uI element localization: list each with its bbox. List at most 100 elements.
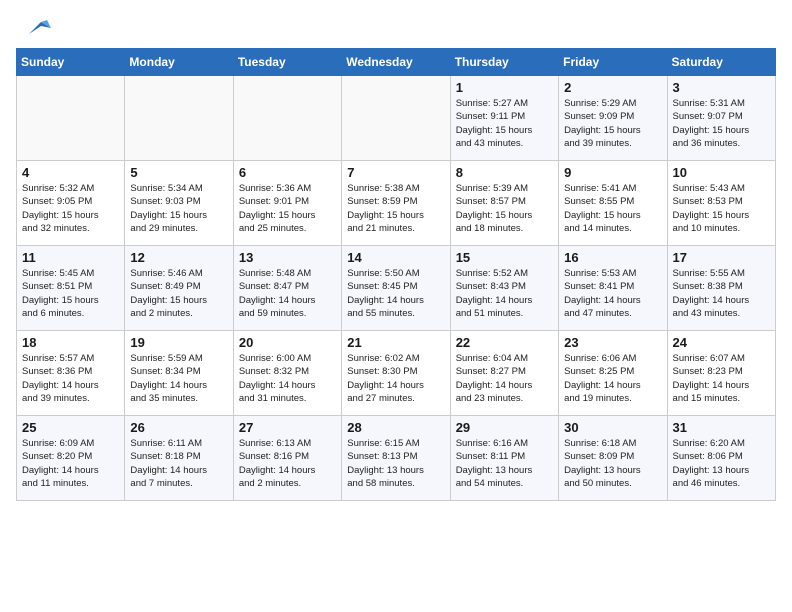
day-number: 10 (673, 165, 770, 180)
calendar-cell: 9 Sunrise: 5:41 AM Sunset: 8:55 PM Daylig… (559, 161, 667, 246)
day-number: 12 (130, 250, 227, 265)
day-number: 3 (673, 80, 770, 95)
day-info: Sunrise: 5:29 AM Sunset: 9:09 PM Dayligh… (564, 97, 661, 150)
calendar-week-row: 4 Sunrise: 5:32 AM Sunset: 9:05 PM Daylig… (17, 161, 776, 246)
day-info: Sunrise: 6:15 AM Sunset: 8:13 PM Dayligh… (347, 437, 444, 490)
day-info: Sunrise: 6:04 AM Sunset: 8:27 PM Dayligh… (456, 352, 553, 405)
weekday-header-tuesday: Tuesday (233, 49, 341, 76)
calendar-week-row: 25Sunrise: 6:09 AM Sunset: 8:20 PM Dayli… (17, 416, 776, 501)
day-number: 16 (564, 250, 661, 265)
day-info: Sunrise: 5:43 AM Sunset: 8:53 PM Dayligh… (673, 182, 770, 235)
day-info: Sunrise: 6:06 AM Sunset: 8:25 PM Dayligh… (564, 352, 661, 405)
weekday-header-monday: Monday (125, 49, 233, 76)
weekday-header-friday: Friday (559, 49, 667, 76)
calendar-cell (233, 76, 341, 161)
calendar-cell: 3 Sunrise: 5:31 AM Sunset: 9:07 PM Daylig… (667, 76, 775, 161)
calendar-week-row: 1 Sunrise: 5:27 AM Sunset: 9:11 PM Daylig… (17, 76, 776, 161)
day-info: Sunrise: 5:34 AM Sunset: 9:03 PM Dayligh… (130, 182, 227, 235)
day-info: Sunrise: 5:53 AM Sunset: 8:41 PM Dayligh… (564, 267, 661, 320)
day-number: 19 (130, 335, 227, 350)
calendar-header-row: SundayMondayTuesdayWednesdayThursdayFrid… (17, 49, 776, 76)
day-number: 24 (673, 335, 770, 350)
day-info: Sunrise: 5:31 AM Sunset: 9:07 PM Dayligh… (673, 97, 770, 150)
day-number: 30 (564, 420, 661, 435)
calendar-cell (125, 76, 233, 161)
calendar-cell: 28 Sunrise: 6:15 AM Sunset: 8:13 PM Dayli… (342, 416, 450, 501)
calendar-cell: 25Sunrise: 6:09 AM Sunset: 8:20 PM Dayli… (17, 416, 125, 501)
day-info: Sunrise: 6:18 AM Sunset: 8:09 PM Dayligh… (564, 437, 661, 490)
calendar-cell: 5 Sunrise: 5:34 AM Sunset: 9:03 PM Daylig… (125, 161, 233, 246)
calendar-cell: 22 Sunrise: 6:04 AM Sunset: 8:27 PM Dayli… (450, 331, 558, 416)
calendar-cell (342, 76, 450, 161)
day-number: 5 (130, 165, 227, 180)
calendar-cell: 29 Sunrise: 6:16 AM Sunset: 8:11 PM Dayli… (450, 416, 558, 501)
day-number: 31 (673, 420, 770, 435)
day-info: Sunrise: 5:50 AM Sunset: 8:45 PM Dayligh… (347, 267, 444, 320)
calendar-cell: 23 Sunrise: 6:06 AM Sunset: 8:25 PM Dayli… (559, 331, 667, 416)
day-number: 17 (673, 250, 770, 265)
calendar-cell: 20 Sunrise: 6:00 AM Sunset: 8:32 PM Dayli… (233, 331, 341, 416)
day-info: Sunrise: 6:16 AM Sunset: 8:11 PM Dayligh… (456, 437, 553, 490)
calendar-cell: 12 Sunrise: 5:46 AM Sunset: 8:49 PM Dayli… (125, 246, 233, 331)
calendar-cell: 11 Sunrise: 5:45 AM Sunset: 8:51 PM Dayli… (17, 246, 125, 331)
weekday-header-saturday: Saturday (667, 49, 775, 76)
calendar-week-row: 11 Sunrise: 5:45 AM Sunset: 8:51 PM Dayli… (17, 246, 776, 331)
day-info: Sunrise: 5:45 AM Sunset: 8:51 PM Dayligh… (22, 267, 119, 320)
day-number: 13 (239, 250, 336, 265)
day-number: 9 (564, 165, 661, 180)
day-info: Sunrise: 6:11 AM Sunset: 8:18 PM Dayligh… (130, 437, 227, 490)
day-number: 11 (22, 250, 119, 265)
day-number: 6 (239, 165, 336, 180)
calendar-cell: 21Sunrise: 6:02 AM Sunset: 8:30 PM Dayli… (342, 331, 450, 416)
day-number: 27 (239, 420, 336, 435)
day-info: Sunrise: 5:48 AM Sunset: 8:47 PM Dayligh… (239, 267, 336, 320)
day-info: Sunrise: 6:00 AM Sunset: 8:32 PM Dayligh… (239, 352, 336, 405)
day-info: Sunrise: 5:41 AM Sunset: 8:55 PM Dayligh… (564, 182, 661, 235)
day-number: 1 (456, 80, 553, 95)
day-number: 4 (22, 165, 119, 180)
day-number: 18 (22, 335, 119, 350)
day-number: 25 (22, 420, 119, 435)
calendar-cell: 4 Sunrise: 5:32 AM Sunset: 9:05 PM Daylig… (17, 161, 125, 246)
day-info: Sunrise: 5:39 AM Sunset: 8:57 PM Dayligh… (456, 182, 553, 235)
calendar-cell: 2 Sunrise: 5:29 AM Sunset: 9:09 PM Daylig… (559, 76, 667, 161)
day-number: 2 (564, 80, 661, 95)
day-number: 8 (456, 165, 553, 180)
day-info: Sunrise: 5:38 AM Sunset: 8:59 PM Dayligh… (347, 182, 444, 235)
day-number: 15 (456, 250, 553, 265)
calendar-cell (17, 76, 125, 161)
day-number: 29 (456, 420, 553, 435)
day-info: Sunrise: 6:20 AM Sunset: 8:06 PM Dayligh… (673, 437, 770, 490)
day-info: Sunrise: 5:52 AM Sunset: 8:43 PM Dayligh… (456, 267, 553, 320)
day-number: 26 (130, 420, 227, 435)
day-info: Sunrise: 5:59 AM Sunset: 8:34 PM Dayligh… (130, 352, 227, 405)
calendar-cell: 30 Sunrise: 6:18 AM Sunset: 8:09 PM Dayli… (559, 416, 667, 501)
calendar-cell: 19 Sunrise: 5:59 AM Sunset: 8:34 PM Dayli… (125, 331, 233, 416)
calendar-cell: 13 Sunrise: 5:48 AM Sunset: 8:47 PM Dayli… (233, 246, 341, 331)
day-info: Sunrise: 6:13 AM Sunset: 8:16 PM Dayligh… (239, 437, 336, 490)
calendar-cell: 27 Sunrise: 6:13 AM Sunset: 8:16 PM Dayli… (233, 416, 341, 501)
calendar-cell: 1 Sunrise: 5:27 AM Sunset: 9:11 PM Daylig… (450, 76, 558, 161)
day-info: Sunrise: 6:02 AM Sunset: 8:30 PM Dayligh… (347, 352, 444, 405)
calendar-table: SundayMondayTuesdayWednesdayThursdayFrid… (16, 48, 776, 501)
day-number: 7 (347, 165, 444, 180)
calendar-cell: 15 Sunrise: 5:52 AM Sunset: 8:43 PM Dayli… (450, 246, 558, 331)
day-number: 22 (456, 335, 553, 350)
day-number: 20 (239, 335, 336, 350)
calendar-cell: 6Sunrise: 5:36 AM Sunset: 9:01 PM Daylig… (233, 161, 341, 246)
day-info: Sunrise: 5:46 AM Sunset: 8:49 PM Dayligh… (130, 267, 227, 320)
day-number: 23 (564, 335, 661, 350)
calendar-cell: 7 Sunrise: 5:38 AM Sunset: 8:59 PM Daylig… (342, 161, 450, 246)
calendar-cell: 8 Sunrise: 5:39 AM Sunset: 8:57 PM Daylig… (450, 161, 558, 246)
calendar-cell: 14 Sunrise: 5:50 AM Sunset: 8:45 PM Dayli… (342, 246, 450, 331)
day-number: 14 (347, 250, 444, 265)
calendar-cell: 31 Sunrise: 6:20 AM Sunset: 8:06 PM Dayli… (667, 416, 775, 501)
day-info: Sunrise: 5:27 AM Sunset: 9:11 PM Dayligh… (456, 97, 553, 150)
calendar-cell: 17 Sunrise: 5:55 AM Sunset: 8:38 PM Dayli… (667, 246, 775, 331)
day-info: Sunrise: 5:32 AM Sunset: 9:05 PM Dayligh… (22, 182, 119, 235)
calendar-cell: 18Sunrise: 5:57 AM Sunset: 8:36 PM Dayli… (17, 331, 125, 416)
calendar-cell: 26 Sunrise: 6:11 AM Sunset: 8:18 PM Dayli… (125, 416, 233, 501)
day-number: 28 (347, 420, 444, 435)
weekday-header-wednesday: Wednesday (342, 49, 450, 76)
day-info: Sunrise: 5:55 AM Sunset: 8:38 PM Dayligh… (673, 267, 770, 320)
